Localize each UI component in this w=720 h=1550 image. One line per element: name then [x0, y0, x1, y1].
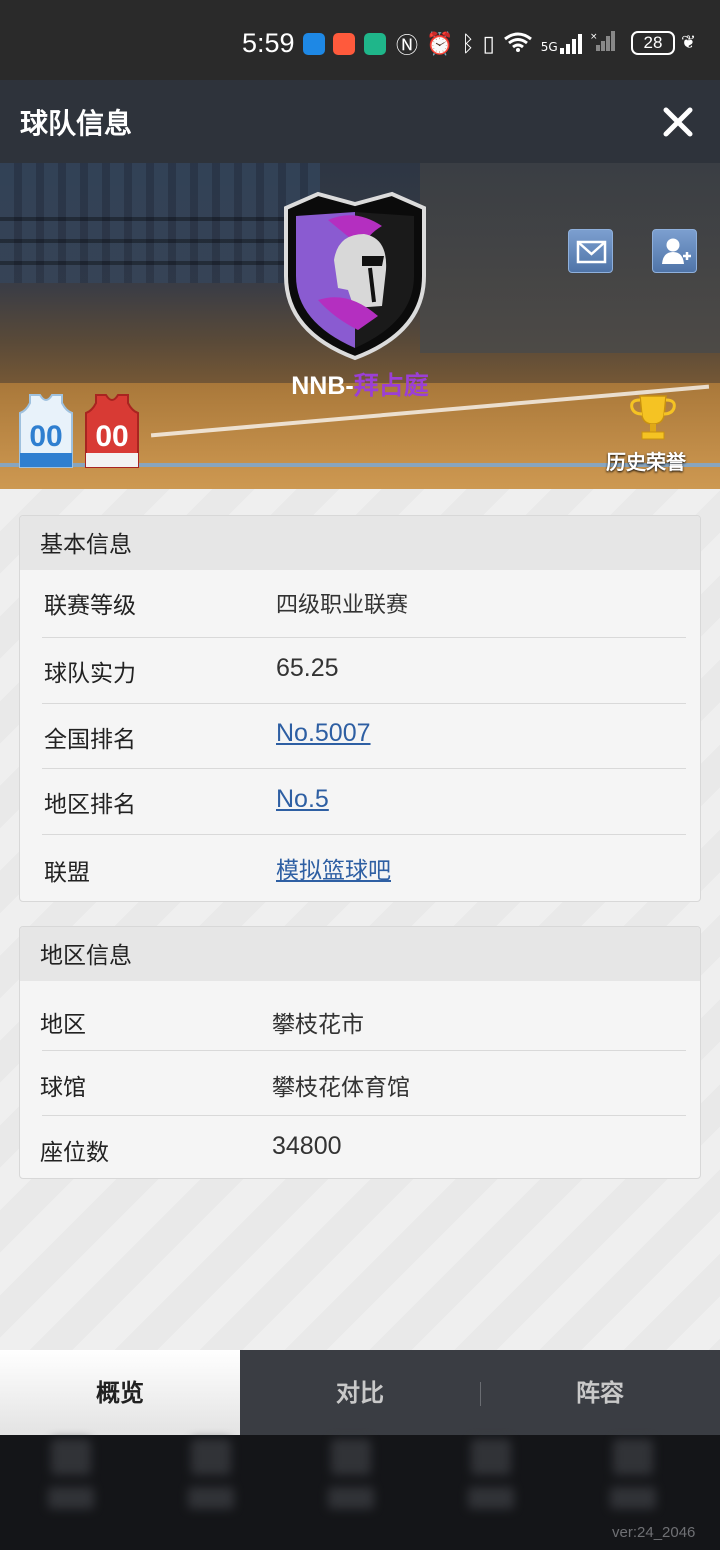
bluetooth-icon: ᛒ — [461, 31, 475, 57]
home-jersey-number: 00 — [29, 420, 62, 453]
message-button[interactable] — [568, 229, 613, 273]
nfc-icon: Ⓝ — [396, 34, 419, 59]
region-info-heading: 地区信息 — [20, 927, 700, 981]
info-row-region: 地区 攀枝花市 — [40, 981, 686, 1051]
team-name-prefix: NNB- — [291, 372, 354, 400]
info-row-strength: 球队实力 65.25 — [42, 638, 686, 704]
mail-icon — [576, 240, 607, 264]
region-info-card: 地区信息 地区 攀枝花市 球馆 攀枝花体育馆 座位数 34800 — [19, 926, 701, 1179]
tab-overview[interactable]: 概览 — [0, 1350, 240, 1435]
battery-level: 28 — [643, 33, 663, 52]
basic-info-heading: 基本信息 — [20, 516, 700, 570]
row-label: 球队实力 — [44, 661, 136, 687]
info-row-national-rank: 全国排名 No.5007 — [42, 704, 686, 769]
away-jersey-number: 00 — [95, 420, 128, 453]
close-button[interactable] — [656, 100, 700, 144]
add-friend-button[interactable] — [652, 229, 697, 273]
network-type-label: 5G — [540, 40, 558, 54]
row-value: 34800 — [272, 1132, 342, 1160]
battery-icon: 28 — [631, 31, 675, 55]
shield-app-icon — [364, 33, 386, 55]
eco-leaf-icon: ❦ — [681, 32, 697, 53]
team-name-suffix: 拜占庭 — [353, 371, 429, 400]
row-label: 地区 — [40, 1012, 86, 1038]
basic-info-card: 基本信息 联赛等级 四级职业联赛 球队实力 65.25 全国排名 No.5007… — [19, 515, 701, 902]
status-bar: 5:59 Ⓝ ⏰ ᛒ ▯ 5G × 28 ❦ — [0, 0, 720, 80]
wifi-icon — [503, 31, 533, 58]
national-rank-link[interactable]: No.5007 — [276, 719, 371, 748]
bottom-tabs: 概览 对比 阵容 — [0, 1350, 720, 1435]
svg-text:×: × — [590, 32, 598, 42]
row-value: 攀枝花体育馆 — [272, 1075, 410, 1101]
taobao-app-icon — [333, 33, 355, 55]
row-value: 65.25 — [276, 654, 339, 682]
status-time: 5:59 — [242, 28, 295, 58]
blurred-nav-item — [446, 1435, 536, 1535]
signal-secondary-icon: × — [590, 31, 616, 57]
add-user-icon — [662, 238, 691, 264]
page-title: 球队信息 — [20, 107, 133, 140]
message-app-icon — [303, 33, 325, 55]
home-jersey-icon[interactable]: 00 — [16, 393, 76, 469]
tab-roster[interactable]: 阵容 — [480, 1350, 720, 1435]
blurred-nav-item — [26, 1435, 116, 1535]
row-value: 四级职业联赛 — [276, 593, 409, 618]
row-label: 联赛等级 — [44, 593, 136, 619]
row-label: 球馆 — [40, 1075, 86, 1101]
vibrate-icon: ▯ — [482, 31, 495, 57]
row-value: 攀枝花市 — [272, 1012, 364, 1038]
info-row-arena: 球馆 攀枝花体育馆 — [40, 1051, 686, 1116]
blurred-nav-item — [166, 1435, 256, 1535]
row-label: 地区排名 — [44, 792, 136, 818]
row-label: 座位数 — [40, 1140, 109, 1166]
alarm-icon: ⏰ — [426, 31, 454, 57]
alliance-link[interactable]: 模拟篮球吧 — [276, 851, 391, 885]
info-row-league-level: 联赛等级 四级职业联赛 — [42, 570, 686, 638]
info-row-alliance: 联盟 模拟篮球吧 — [42, 835, 686, 901]
version-label: ver:24_2046 — [612, 1524, 696, 1541]
close-icon — [663, 107, 693, 137]
info-row-region-rank: 地区排名 No.5 — [42, 769, 686, 835]
row-label: 联盟 — [44, 860, 90, 886]
blurred-nav-item — [588, 1435, 678, 1535]
info-row-seats: 座位数 34800 — [40, 1116, 686, 1178]
region-rank-link[interactable]: No.5 — [276, 785, 329, 814]
team-logo — [284, 191, 426, 361]
arena-seat-rows — [0, 203, 300, 283]
page-header: 球队信息 — [0, 80, 720, 163]
signal-5g-icon: 5G — [541, 34, 582, 54]
blurred-nav-item — [306, 1435, 396, 1535]
status-icons: Ⓝ ⏰ ᛒ ▯ 5G × — [396, 28, 616, 60]
history-honors-button[interactable]: 历史荣誉 — [606, 446, 686, 475]
trophy-icon[interactable] — [626, 392, 680, 442]
tab-compare[interactable]: 对比 — [240, 1350, 480, 1435]
row-label: 全国排名 — [44, 727, 136, 753]
away-jersey-icon[interactable]: 00 — [82, 393, 142, 469]
